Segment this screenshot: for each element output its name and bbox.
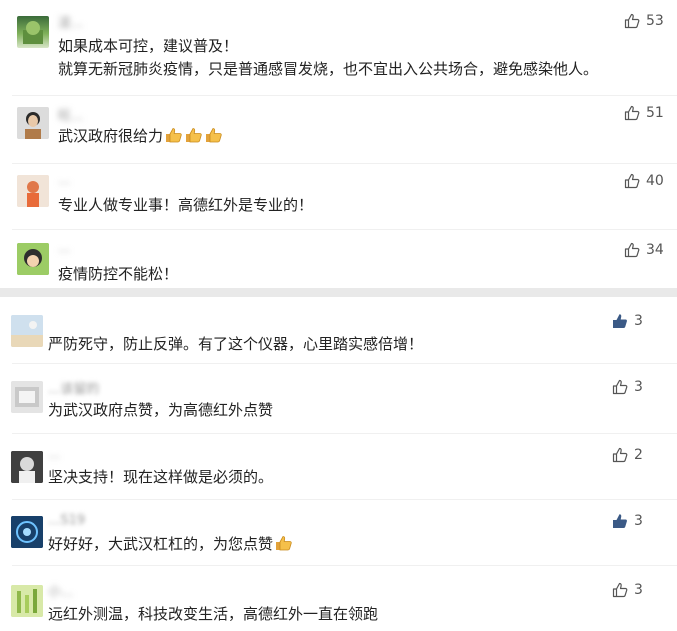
comment-item: 严防死守，防止反弹。有了这个仪器，心里踏实感倍增！ 3 [0, 297, 677, 363]
like-count: 3 [634, 582, 643, 598]
comment-item: ...S19 好好好，大武汉杠杠的，为您点赞 3 [0, 499, 677, 565]
comment-username[interactable]: ... [48, 447, 60, 462]
like-button[interactable]: 2 [612, 447, 643, 463]
user-avatar[interactable] [11, 585, 43, 617]
like-count: 3 [634, 313, 643, 329]
user-avatar[interactable] [11, 451, 43, 483]
comment-username[interactable]: ... [58, 173, 70, 188]
like-count: 34 [646, 242, 664, 258]
comment-text: 好好好，大武汉杠杠的，为您点赞 [48, 531, 293, 557]
thumbs-up-icon [624, 13, 640, 29]
comment-item: ...该留的 为武汉政府点赞，为高德红外点赞 3 [0, 363, 677, 433]
like-button[interactable]: 34 [624, 242, 664, 258]
comment-item: ... 坚决支持！现在这样做是必须的。 2 [0, 433, 677, 499]
thumbs-up-icon [612, 582, 628, 598]
comment-panel-top: 凌... 如果成本可控，建议普及！ 就算无新冠肺炎疫情，只是普通感冒发烧，也不宜… [0, 0, 677, 288]
like-button[interactable]: 3 [612, 582, 643, 598]
like-count: 51 [646, 105, 664, 121]
comment-item: ... 专业人做专业事！高德红外是专业的！ 40 [0, 163, 677, 229]
user-avatar[interactable] [11, 381, 43, 413]
comment-text: 疫情防控不能松！ [58, 265, 179, 283]
user-avatar[interactable] [17, 16, 49, 48]
like-button[interactable]: 3 [612, 313, 643, 329]
comment-username[interactable]: 凌... [58, 12, 83, 31]
thumbs-up-icon [612, 379, 628, 395]
thumbs-up-icon [613, 314, 627, 328]
like-count: 2 [634, 447, 643, 463]
like-button[interactable]: 3 [612, 379, 643, 395]
comment-username[interactable]: ...S19 [48, 513, 85, 528]
thumbs-up-icon [612, 447, 628, 463]
thumbs-up-icon [613, 514, 627, 528]
user-avatar[interactable] [17, 243, 49, 275]
comment-item: 凌... 如果成本可控，建议普及！ 就算无新冠肺炎疫情，只是普通感冒发烧，也不宜… [0, 0, 677, 95]
thumbs-up-emoji-icon [205, 125, 223, 143]
like-button[interactable]: 53 [624, 13, 664, 29]
comment-username[interactable]: ... [58, 241, 70, 256]
comment-text: 就算无新冠肺炎疫情，只是普通感冒发烧，也不宜出入公共场合，避免感染他人。 [58, 60, 599, 78]
like-button[interactable]: 3 [612, 513, 643, 529]
comment-text: 远红外测温，科技改变生活，高德红外一直在领跑 [48, 605, 379, 623]
like-button[interactable]: 51 [624, 105, 664, 121]
thumbs-up-icon [624, 242, 640, 258]
like-count: 53 [646, 13, 664, 29]
thumbs-up-emoji-icon [165, 125, 183, 143]
user-avatar[interactable] [11, 516, 43, 548]
thumbs-up-icon [624, 173, 640, 189]
comment-item: 小... 远红外测温，科技改变生活，高德红外一直在领跑 3 [0, 565, 677, 631]
user-avatar[interactable] [11, 315, 43, 347]
comment-username[interactable]: ...该留的 [48, 378, 99, 397]
user-avatar[interactable] [17, 175, 49, 207]
comment-text: 严防死守，防止反弹。有了这个仪器，心里踏实感倍增！ [48, 335, 424, 353]
comment-item: ... 疫情防控不能松！ 34 [0, 229, 677, 288]
panel-separator [0, 288, 677, 297]
thumbs-up-emoji-icon [275, 533, 293, 551]
comment-username[interactable]: 小... [48, 581, 73, 600]
user-avatar[interactable] [17, 107, 49, 139]
comment-panel-bottom: 严防死守，防止反弹。有了这个仪器，心里踏实感倍增！ 3 ...该留的 为武汉政府… [0, 297, 677, 631]
thumbs-up-icon [624, 105, 640, 121]
comment-text: 武汉政府很给力 [58, 123, 223, 149]
comment-text: 坚决支持！现在这样做是必须的。 [48, 468, 274, 486]
comment-username[interactable]: 旺... [58, 105, 83, 124]
like-count: 3 [634, 379, 643, 395]
comment-text: 为武汉政府点赞，为高德红外点赞 [48, 401, 274, 419]
comment-text: 专业人做专业事！高德红外是专业的！ [58, 196, 314, 214]
like-count: 3 [634, 513, 643, 529]
comment-item: 旺... 武汉政府很给力 51 [0, 95, 677, 163]
thumbs-up-emoji-icon [185, 125, 203, 143]
like-button[interactable]: 40 [624, 173, 664, 189]
like-count: 40 [646, 173, 664, 189]
